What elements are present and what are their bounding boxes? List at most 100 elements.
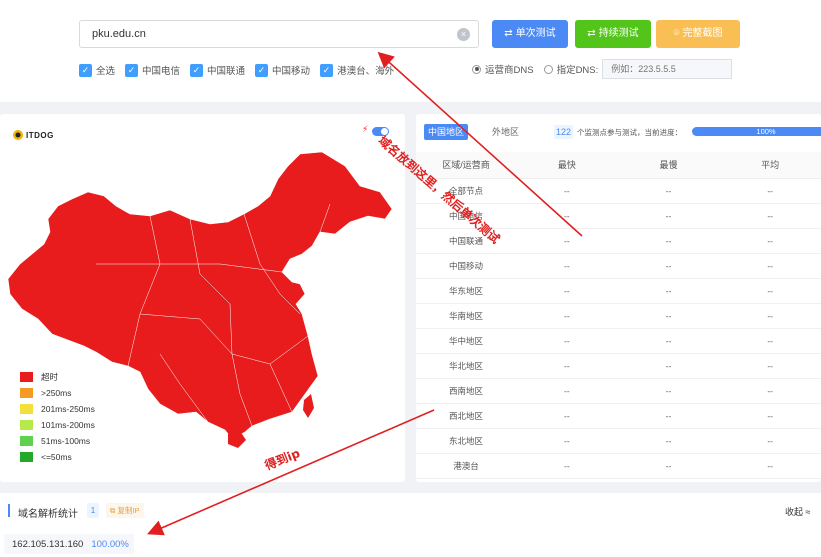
fastest-cell: --: [516, 403, 618, 429]
legend-swatch: [20, 388, 33, 398]
header-fastest[interactable]: 最快: [516, 152, 618, 179]
legend-swatch: [20, 372, 33, 382]
legend-label: <=50ms: [41, 452, 72, 462]
fastest-cell: --: [516, 253, 618, 279]
table-header-row: 区域/运营商 最快 最慢 平均: [416, 152, 821, 179]
slowest-cell: --: [617, 228, 720, 254]
average-cell: --: [719, 378, 821, 404]
progress-bar: 100%: [692, 127, 821, 136]
region-cell: 华北地区: [416, 353, 516, 379]
legend-label: 201ms-250ms: [41, 404, 95, 414]
region-cell: 东北地区: [416, 428, 516, 454]
legend-item: 51ms-100ms: [20, 433, 95, 449]
fastest-cell: --: [516, 278, 618, 304]
table-row[interactable]: 华北地区 -- -- --: [416, 353, 821, 379]
slowest-cell: --: [617, 353, 720, 379]
legend-swatch: [20, 404, 33, 414]
tab-overseas[interactable]: 外地区: [492, 125, 519, 138]
table-row[interactable]: 东北地区 -- -- --: [416, 428, 821, 454]
slowest-cell: --: [617, 203, 720, 229]
region-cell: 中国移动: [416, 253, 516, 279]
legend-label: >250ms: [41, 388, 72, 398]
slowest-cell: --: [617, 428, 720, 454]
copy-ip-button[interactable]: ⧉ 复制IP: [106, 503, 144, 518]
legend-item: 超时: [20, 369, 95, 385]
map-panel: ITDOG ⚡ 超时 >250ms 201ms-250ms 101ms-200m…: [0, 114, 405, 482]
slowest-cell: --: [617, 453, 720, 479]
progress-label: 个监测点参与测试，当前进度：: [577, 128, 682, 137]
single-test-button[interactable]: ⇄ 单次测试: [492, 20, 568, 48]
filter-label: 中国移动: [272, 66, 311, 77]
ip-result-row[interactable]: 162.105.131.160 100.00%: [4, 534, 134, 554]
header-average[interactable]: 平均: [719, 152, 821, 179]
camera-icon: ⌾: [673, 28, 680, 39]
legend-label: 51ms-100ms: [41, 436, 91, 446]
collapse-button[interactable]: 收起 ≈: [785, 505, 810, 518]
filter-label: 中国电信: [142, 66, 181, 77]
legend-swatch: [20, 436, 33, 446]
dns-stats-title: 域名解析统计: [18, 509, 78, 520]
fastest-cell: --: [516, 453, 618, 479]
average-cell: --: [719, 453, 821, 479]
table-row[interactable]: 全部节点 -- -- --: [416, 178, 821, 204]
tab-china[interactable]: 中国地区: [424, 124, 468, 140]
region-cell: 西北地区: [416, 403, 516, 429]
custom-dns-input[interactable]: [602, 59, 733, 79]
fastest-cell: --: [516, 203, 618, 229]
checkbox-checked-icon[interactable]: ✓: [79, 63, 92, 77]
table-row[interactable]: 华中地区 -- -- --: [416, 328, 821, 354]
dns-selector: 运营商DNS 指定DNS:: [472, 59, 733, 79]
table-row[interactable]: 华南地区 -- -- --: [416, 303, 821, 329]
checkbox-checked-icon[interactable]: ✓: [320, 63, 334, 77]
region-cell: 华中地区: [416, 328, 516, 354]
checkbox-checked-icon[interactable]: ✓: [255, 63, 269, 77]
checkbox-checked-icon[interactable]: ✓: [125, 63, 139, 77]
average-cell: --: [719, 303, 821, 329]
single-test-label: 单次测试: [515, 28, 556, 39]
full-screenshot-button[interactable]: ⌾ 完整截图: [656, 20, 740, 48]
progress-fill: 100%: [692, 127, 821, 136]
continuous-test-label: 持续测试: [598, 28, 639, 39]
checkbox-checked-icon[interactable]: ✓: [190, 63, 204, 77]
continuous-test-button[interactable]: ⇄ 持续测试: [575, 20, 651, 48]
filter-unicom[interactable]: ✓ 中国联通: [190, 63, 245, 77]
slowest-cell: --: [617, 378, 720, 404]
custom-dns-label: 指定DNS:: [556, 65, 599, 76]
clear-icon[interactable]: ×: [457, 28, 470, 41]
legend-swatch: [20, 452, 33, 462]
legend-label: 超时: [41, 372, 59, 382]
domain-input[interactable]: [79, 20, 479, 48]
copy-icon: ⧉: [110, 506, 116, 515]
filter-select-all[interactable]: ✓ 全选: [79, 63, 115, 77]
table-row[interactable]: 中国移动 -- -- --: [416, 253, 821, 279]
table-row[interactable]: 港澳台 -- -- --: [416, 453, 821, 479]
fastest-cell: --: [516, 378, 618, 404]
taiwan-island-shape: [303, 394, 314, 418]
slowest-cell: --: [617, 403, 720, 429]
section-accent-bar: [8, 504, 10, 517]
legend-item: <=50ms: [20, 449, 95, 465]
header-slowest[interactable]: 最慢: [617, 152, 720, 179]
legend-item: 101ms-200ms: [20, 417, 95, 433]
dns-stats-panel: 域名解析统计 1 ⧉ 复制IP 收起 ≈ 162.105.131.160 100…: [0, 493, 821, 557]
fastest-cell: --: [516, 178, 618, 204]
radio-custom-dns[interactable]: [543, 64, 553, 74]
filter-overseas[interactable]: ✓ 港澳台、海外: [320, 63, 394, 77]
filter-telecom[interactable]: ✓ 中国电信: [125, 63, 180, 77]
radio-carrier-dns[interactable]: [472, 64, 481, 74]
average-cell: --: [719, 328, 821, 354]
refresh-icon: ⇄: [504, 28, 513, 39]
slowest-cell: --: [617, 303, 720, 329]
legend-label: 101ms-200ms: [41, 420, 95, 430]
node-count-badge: 122: [554, 125, 573, 139]
table-row[interactable]: 华东地区 -- -- --: [416, 278, 821, 304]
table-row[interactable]: 西南地区 -- -- --: [416, 378, 821, 404]
average-cell: --: [719, 203, 821, 229]
region-cell: 港澳台: [416, 453, 516, 479]
average-cell: --: [719, 428, 821, 454]
legend-swatch: [20, 420, 33, 430]
ip-count-badge: 1: [87, 503, 99, 518]
filter-mobile[interactable]: ✓ 中国移动: [255, 63, 310, 77]
ip-address: 162.105.131.160: [12, 538, 84, 550]
table-row[interactable]: 西北地区 -- -- --: [416, 403, 821, 429]
